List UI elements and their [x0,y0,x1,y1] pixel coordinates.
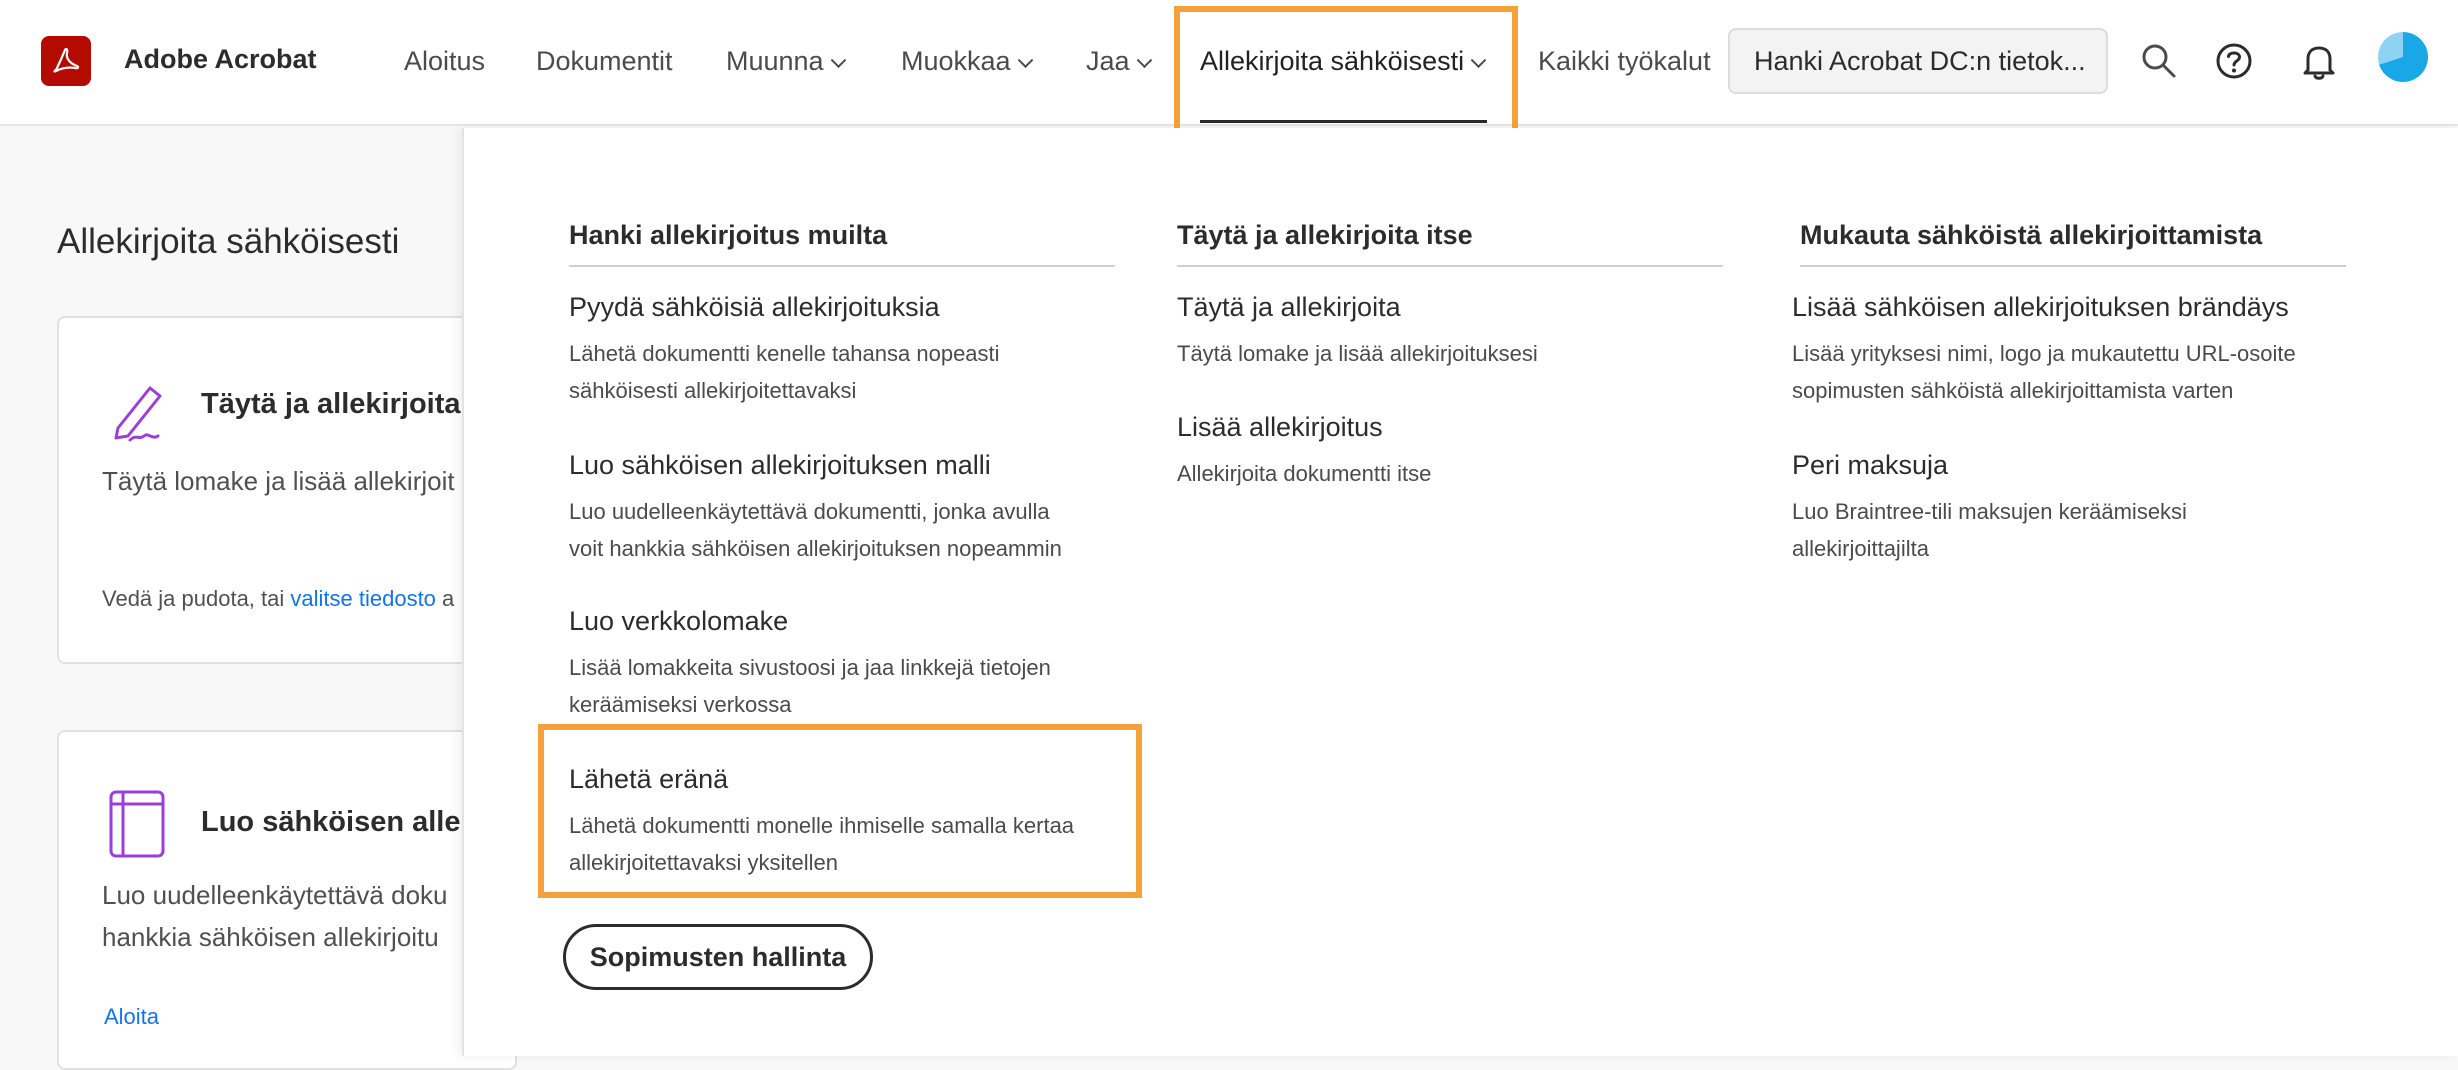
column-heading-get-signatures: Hanki allekirjoitus muilta [569,220,1115,267]
nav-jaa[interactable]: Jaa [1086,46,1152,77]
get-acrobat-button[interactable]: Hanki Acrobat DC:n tietok... [1728,28,2108,94]
nav-label: Muokkaa [901,46,1011,76]
avatar[interactable] [2378,32,2428,82]
adobe-acrobat-logo[interactable] [41,36,91,86]
menu-item-title: Pyydä sähköisiä allekirjoituksia [569,292,940,322]
menu-item-description: Lisää yrityksesi nimi, logo ja mukautett… [1792,335,2296,409]
card-fill-and-sign[interactable]: Täytä ja allekirjoita s Täytä lomake ja … [57,316,517,664]
nav-dokumentit[interactable]: Dokumentit [536,46,673,77]
top-header: Adobe Acrobat Aloitus Dokumentit Muunna … [0,0,2458,126]
menu-item-branding[interactable]: Lisää sähköisen allekirjoituksen brändäy… [1792,292,2296,409]
menu-item-fill-and-sign[interactable]: Täytä ja allekirjoita Täytä lomake ja li… [1177,292,1538,372]
acrobat-logo-icon [53,47,80,73]
menu-item-title: Lisää allekirjoitus [1177,412,1383,442]
nav-label: Muunna [726,46,824,76]
nav-kaikki-tyokalut[interactable]: Kaikki työkalut [1538,46,1711,77]
menu-item-title: Lähetä eränä [569,764,729,794]
desc-line: Lisää yrityksesi nimi, logo ja mukautett… [1792,341,2296,366]
card-description: Täytä lomake ja lisää allekirjoit [102,466,455,496]
desc-line: keräämiseksi verkossa [569,692,792,717]
bell-icon[interactable] [2298,40,2340,82]
desc-line: Lisää lomakkeita sivustoosi ja jaa linkk… [569,655,1051,680]
sign-dropdown-menu: Hanki allekirjoitus muilta Pyydä sähköis… [462,128,2458,1056]
nav-aloitus[interactable]: Aloitus [404,46,485,77]
desc-line: Lähetä dokumentti monelle ihmiselle sama… [569,813,1075,838]
template-icon [109,790,165,858]
menu-item-create-web-form[interactable]: Luo verkkolomake Lisää lomakkeita sivust… [569,606,1051,723]
menu-item-title: Peri maksuja [1792,450,1949,480]
start-link[interactable]: Aloita [104,1004,159,1030]
card-title: Täytä ja allekirjoita s [201,388,485,420]
chevron-down-icon [830,52,846,69]
choose-file-link[interactable]: valitse tiedosto [290,586,436,611]
drop-hint-prefix: Vedä ja pudota, tai [102,586,285,611]
desc-line: voit hankkia sähköisen allekirjoituksen … [569,536,1062,561]
active-tab-underline [1200,120,1487,123]
nav-label: Jaa [1086,46,1130,76]
card-title: Luo sähköisen allek [201,806,477,838]
drop-hint: Vedä ja pudota, tai valitse tiedosto a [102,586,454,612]
menu-item-send-in-bulk[interactable]: Lähetä eränä Lähetä dokumentti monelle i… [569,764,1074,881]
menu-item-collect-payments[interactable]: Peri maksuja Luo Braintree-tili maksujen… [1792,450,2187,567]
menu-item-description: Lähetä dokumentti monelle ihmiselle sama… [569,807,1074,881]
pen-sign-icon [114,386,162,442]
desc-line: Täytä lomake ja lisää allekirjoituksesi [1177,341,1538,366]
page-title: Allekirjoita sähköisesti [57,222,400,261]
search-icon[interactable] [2138,40,2180,82]
menu-item-description: Täytä lomake ja lisää allekirjoituksesi [1177,335,1538,372]
menu-item-title: Luo verkkolomake [569,606,789,636]
menu-item-title: Lisää sähköisen allekirjoituksen brändäy… [1792,292,2289,322]
nav-muokkaa[interactable]: Muokkaa [901,46,1033,77]
card-create-template[interactable]: Luo sähköisen allek Luo uudelleenkäytett… [57,730,517,1070]
menu-item-title: Täytä ja allekirjoita [1177,292,1401,322]
desc-line: Luo uudelleenkäytettävä dokumentti, jonk… [569,499,1050,524]
menu-item-create-template[interactable]: Luo sähköisen allekirjoituksen malli Luo… [569,450,1062,567]
menu-item-add-signature[interactable]: Lisää allekirjoitus Allekirjoita dokumen… [1177,412,1431,492]
nav-label: Aloitus [404,46,486,76]
nav-allekirjoita-sahkoisesti[interactable]: Allekirjoita sähköisesti [1200,46,1487,77]
nav-label: Dokumentit [536,46,673,76]
desc-line: sopimusten sähköistä allekirjoittamista … [1792,378,2234,403]
menu-item-description: Allekirjoita dokumentti itse [1177,455,1431,492]
desc-line: allekirjoittajilta [1792,536,1929,561]
menu-item-request-signatures[interactable]: Pyydä sähköisiä allekirjoituksia Lähetä … [569,292,1000,409]
nav-muunna[interactable]: Muunna [726,46,846,77]
menu-item-title: Luo sähköisen allekirjoituksen malli [569,450,991,480]
chevron-down-icon [1136,52,1152,69]
manage-agreements-button[interactable]: Sopimusten hallinta [563,924,873,990]
menu-item-description: Lähetä dokumentti kenelle tahansa nopeas… [569,335,1000,409]
column-heading-fill-and-sign: Täytä ja allekirjoita itse [1177,220,1723,267]
brand-name: Adobe Acrobat [124,44,317,74]
desc-line: sähköisesti allekirjoitettavaksi [569,378,857,403]
desc-line: Lähetä dokumentti kenelle tahansa nopeas… [569,341,1000,366]
nav-label: Allekirjoita sähköisesti [1200,46,1465,76]
desc-line: Allekirjoita dokumentti itse [1177,461,1432,486]
nav-label: Kaikki työkalut [1538,46,1711,76]
chevron-down-icon [1470,52,1487,69]
drop-hint-suffix: a [442,586,455,611]
column-heading-customize: Mukauta sähköistä allekirjoittamista [1800,220,2346,267]
menu-item-description: Lisää lomakkeita sivustoosi ja jaa linkk… [569,649,1051,723]
chevron-down-icon [1017,52,1033,69]
card-description-line1: Luo uudelleenkäytettävä doku [102,880,448,910]
help-icon[interactable] [2213,40,2255,82]
desc-line: allekirjoitettavaksi yksitellen [569,850,838,875]
card-description-line2: hankkia sähköisen allekirjoitu [102,922,439,952]
menu-item-description: Luo uudelleenkäytettävä dokumentti, jonk… [569,493,1062,567]
desc-line: Luo Braintree-tili maksujen keräämiseksi [1792,499,2187,524]
menu-item-description: Luo Braintree-tili maksujen keräämiseksi… [1792,493,2187,567]
